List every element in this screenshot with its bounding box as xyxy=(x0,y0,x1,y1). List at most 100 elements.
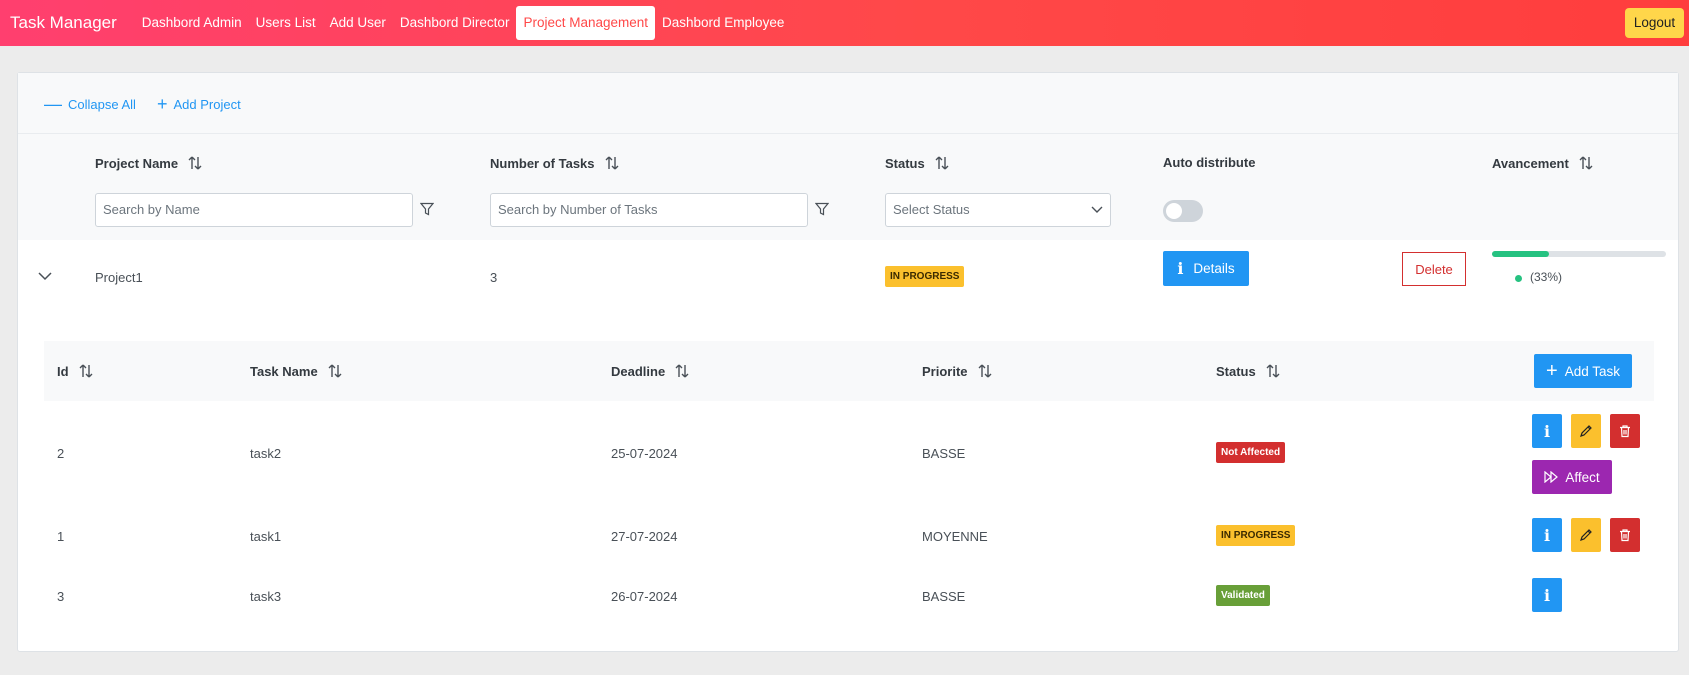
task-priorite-cell: BASSE xyxy=(922,446,966,461)
task-edit-button[interactable] xyxy=(1571,414,1601,448)
trash-icon xyxy=(1620,529,1630,542)
row-expand-chevron-icon[interactable] xyxy=(38,269,52,284)
progress-bar xyxy=(1492,251,1666,257)
column-header-project-name[interactable]: Project Name xyxy=(95,155,202,171)
add-task-button[interactable]: + Add Task xyxy=(1534,354,1632,388)
details-button[interactable]: i Details xyxy=(1163,251,1249,286)
add-project-label: Add Project xyxy=(173,97,241,112)
logout-button[interactable]: Logout xyxy=(1625,8,1684,38)
sort-icon[interactable] xyxy=(675,363,689,379)
task-name-cell: task1 xyxy=(250,529,282,544)
nav-link-users-list[interactable]: Users List xyxy=(249,6,323,40)
column-header-id[interactable]: Id xyxy=(57,363,93,379)
column-header-status[interactable]: Status xyxy=(885,155,949,171)
column-header-number-of-tasks-label: Number of Tasks xyxy=(490,155,595,171)
chevron-down-icon xyxy=(1091,194,1103,226)
task-priorite-cell: MOYENNE xyxy=(922,529,988,544)
task-edit-button[interactable] xyxy=(1571,518,1601,552)
task-priorite-cell: BASSE xyxy=(922,589,966,604)
status-select-value: Select Status xyxy=(893,202,970,217)
task-deadline-cell: 26-07-2024 xyxy=(611,589,678,604)
affect-button[interactable]: Affect xyxy=(1532,460,1612,494)
nav-link-project-management[interactable]: Project Management xyxy=(516,6,656,40)
fast-forward-icon xyxy=(1544,471,1559,483)
search-by-name-input[interactable]: Search by Name xyxy=(95,193,413,227)
nav-link-dashbord-employee[interactable]: Dashbord Employee xyxy=(655,6,791,40)
plus-icon: + xyxy=(1546,359,1558,382)
sort-icon[interactable] xyxy=(935,155,949,171)
task-name-cell: task3 xyxy=(250,589,282,604)
task-delete-button[interactable] xyxy=(1610,518,1640,552)
pencil-icon xyxy=(1580,425,1592,437)
add-task-label: Add Task xyxy=(1564,363,1620,379)
collapse-all-button[interactable]: — Collapse All xyxy=(44,94,136,114)
column-header-project-name-label: Project Name xyxy=(95,155,179,171)
info-icon: i xyxy=(1543,525,1551,545)
plus-icon: + xyxy=(157,94,168,114)
sort-icon[interactable] xyxy=(1266,363,1280,379)
info-icon: i xyxy=(1177,259,1184,278)
auto-distribute-toggle[interactable] xyxy=(1163,200,1203,222)
task-deadline-cell: 27-07-2024 xyxy=(611,529,678,544)
project-table-card: — Collapse All + Add Project Project Nam… xyxy=(17,72,1679,652)
project-table-header: Project Name Number of Tasks Status Auto… xyxy=(18,134,1678,240)
nav-link-add-user[interactable]: Add User xyxy=(323,6,393,40)
task-status-badge: Not Affected xyxy=(1216,442,1286,463)
task-id-cell: 2 xyxy=(57,446,65,461)
info-icon: i xyxy=(1543,421,1551,441)
column-header-auto-distribute-label: Auto distribute xyxy=(1163,155,1256,170)
collapse-all-label: Collapse All xyxy=(68,97,136,112)
column-header-avancement[interactable]: Avancement xyxy=(1492,155,1593,171)
task-info-button[interactable]: i xyxy=(1532,578,1562,612)
pencil-icon xyxy=(1580,529,1592,541)
info-icon: i xyxy=(1543,585,1551,605)
column-header-deadline-label: Deadline xyxy=(611,363,666,379)
filter-icon[interactable] xyxy=(419,202,435,219)
progress-bar-fill xyxy=(1492,251,1550,257)
column-header-avancement-label: Avancement xyxy=(1492,155,1569,171)
status-select[interactable]: Select Status xyxy=(885,193,1111,227)
column-header-number-of-tasks[interactable]: Number of Tasks xyxy=(490,155,619,171)
column-header-task-status[interactable]: Status xyxy=(1216,363,1280,379)
nav-link-dashbord-admin[interactable]: Dashbord Admin xyxy=(135,6,249,40)
sort-icon[interactable] xyxy=(978,363,992,379)
column-header-deadline[interactable]: Deadline xyxy=(611,363,689,379)
task-delete-button[interactable] xyxy=(1610,414,1640,448)
task-id-cell: 1 xyxy=(57,529,65,544)
project-name-cell: Project1 xyxy=(95,270,143,285)
toggle-knob xyxy=(1166,203,1182,219)
column-header-priorite[interactable]: Priorite xyxy=(922,363,992,379)
progress-dot xyxy=(1515,275,1522,282)
task-table-header: Id Task Name Deadline Priorite Status + … xyxy=(44,341,1654,401)
sort-icon[interactable] xyxy=(605,155,619,171)
column-header-priorite-label: Priorite xyxy=(922,363,968,379)
project-task-count-cell: 3 xyxy=(490,270,498,285)
sort-icon[interactable] xyxy=(328,363,342,379)
search-by-number-of-tasks-input[interactable]: Search by Number of Tasks xyxy=(490,193,808,227)
task-info-button[interactable]: i xyxy=(1532,414,1562,448)
column-header-status-label: Status xyxy=(885,155,925,171)
affect-label: Affect xyxy=(1565,469,1600,485)
nav-link-dashbord-director[interactable]: Dashbord Director xyxy=(393,6,517,40)
column-header-task-name[interactable]: Task Name xyxy=(250,363,342,379)
task-name-cell: task2 xyxy=(250,446,282,461)
add-project-button[interactable]: + Add Project xyxy=(157,94,241,114)
project-status-badge: IN PROGRESS xyxy=(885,266,965,287)
top-navbar: Task Manager Dashbord Admin Users List A… xyxy=(0,0,1689,46)
task-deadline-cell: 25-07-2024 xyxy=(611,446,678,461)
delete-project-button[interactable]: Delete xyxy=(1402,252,1466,286)
task-info-button[interactable]: i xyxy=(1532,518,1562,552)
details-label: Details xyxy=(1193,261,1235,276)
sort-icon[interactable] xyxy=(1579,155,1593,171)
minus-icon: — xyxy=(44,94,62,114)
brand-title[interactable]: Task Manager xyxy=(10,13,117,33)
progress-percentage: (33%) xyxy=(1530,270,1563,284)
trash-icon xyxy=(1620,425,1630,438)
task-status-badge: Validated xyxy=(1216,585,1270,606)
column-header-task-status-label: Status xyxy=(1216,363,1256,379)
sort-icon[interactable] xyxy=(79,363,93,379)
table-toolbar: — Collapse All + Add Project xyxy=(18,73,1678,134)
filter-icon[interactable] xyxy=(814,202,830,219)
column-header-task-name-label: Task Name xyxy=(250,363,318,379)
sort-icon[interactable] xyxy=(188,155,202,171)
